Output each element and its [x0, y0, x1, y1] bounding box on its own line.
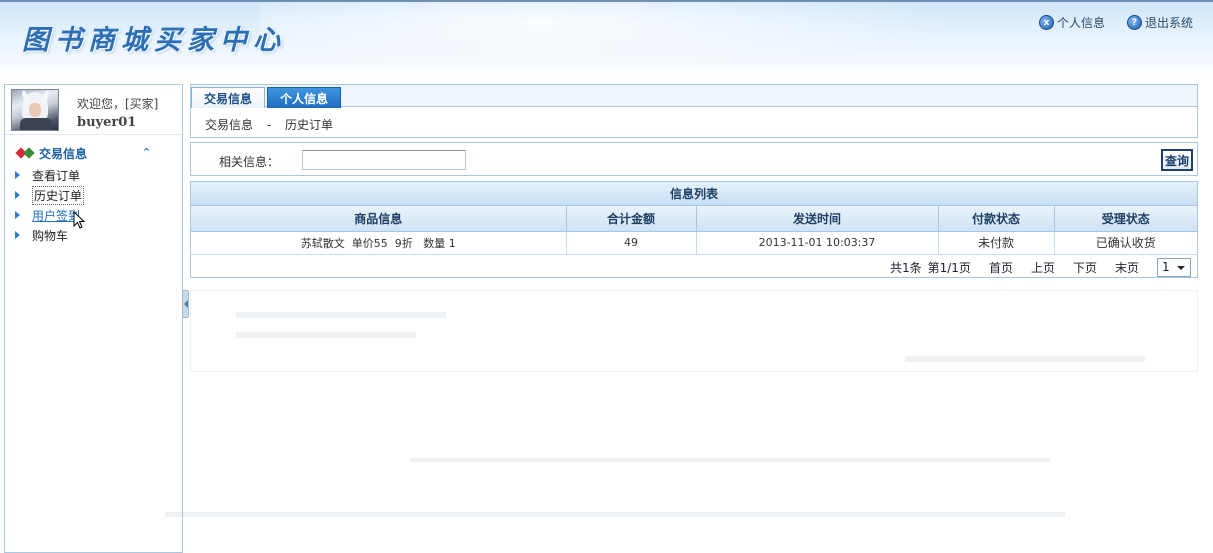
ghost-line-4 [410, 458, 1050, 462]
logout-link[interactable]: ? 退出系统 [1126, 14, 1193, 31]
section-diamond-icon [15, 147, 35, 159]
arrow-right-icon [15, 191, 20, 199]
buyer-center-page: 图书商城买家中心 x 个人信息 ? 退出系统 欢迎您，[买家] buyer01 [0, 0, 1213, 553]
sidebar-splitter-handle[interactable] [182, 290, 189, 318]
mouse-cursor-icon [73, 211, 86, 229]
ghost-line-3 [905, 356, 1145, 362]
pager-prev-link[interactable]: 上页 [1031, 259, 1055, 276]
query-button[interactable]: 查询 [1161, 149, 1193, 171]
cell-payment-status: 未付款 [937, 230, 1055, 255]
sidebar-item-label: 购物车 [32, 228, 69, 243]
logout-label: 退出系统 [1144, 16, 1193, 30]
search-panel: 相关信息： 查询 [190, 142, 1198, 176]
sidebar-item-label: 历史订单 [32, 185, 85, 205]
username: buyer01 [77, 115, 137, 130]
tab-trade-info[interactable]: 交易信息 [191, 87, 265, 108]
grid-caption: 信息列表 [191, 182, 1197, 206]
column-header-amount[interactable]: 合计金额 [565, 206, 697, 232]
menu-section-header[interactable]: 交易信息 ⌃ [15, 145, 167, 161]
table-header-row: 商品信息 合计金额 发送时间 付款状态 受理状态 [191, 206, 1197, 232]
pager-next-link[interactable]: 下页 [1073, 259, 1097, 276]
pager: 共1条 第1/1页 首页 上页 下页 末页 1 [191, 256, 1197, 278]
tab-strip: 交易信息 个人信息 [191, 85, 1197, 108]
ghost-line-5 [165, 512, 1065, 517]
tab-personal-info[interactable]: 个人信息 [267, 87, 341, 108]
search-label: 相关信息： [219, 155, 280, 169]
top-links: x 个人信息 ? 退出系统 [1038, 14, 1193, 31]
sidebar-item-history-orders[interactable]: 历史订单 [15, 185, 85, 205]
breadcrumb-separator: - [266, 118, 272, 132]
breadcrumb-page: 历史订单 [285, 118, 334, 132]
ghost-line-2 [236, 332, 416, 338]
arrow-right-icon [15, 231, 20, 239]
pager-first-link[interactable]: 首页 [989, 259, 1013, 276]
search-input[interactable] [302, 150, 466, 170]
tabs-panel: 交易信息 个人信息 交易信息 - 历史订单 [190, 84, 1198, 138]
column-header-payment-status[interactable]: 付款状态 [937, 206, 1055, 232]
column-header-handle-status[interactable]: 受理状态 [1053, 206, 1197, 232]
user-box: 欢迎您，[买家] buyer01 [5, 85, 182, 135]
cell-amount: 49 [565, 230, 697, 255]
cell-handle-status: 已确认收货 [1053, 230, 1197, 255]
sidebar-item-view-orders[interactable]: 查看订单 [15, 165, 84, 185]
cell-sent-time: 2013-11-01 10:03:37 [695, 230, 939, 255]
arrow-right-icon [15, 211, 20, 219]
close-circle-icon: x [1038, 15, 1054, 30]
info-grid: 信息列表 商品信息 合计金额 发送时间 付款状态 受理状态 苏轼散文 单价55 … [190, 181, 1198, 278]
page-select[interactable]: 1 [1157, 258, 1191, 277]
app-title: 图书商城买家中心 [22, 25, 286, 56]
breadcrumb-section: 交易信息 [205, 118, 254, 132]
sidebar-item-label: 查看订单 [32, 168, 81, 183]
table-row[interactable]: 苏轼散文 单价55 9折 数量 1 49 2013-11-01 10:03:37… [191, 230, 1197, 255]
info-table: 商品信息 合计金额 发送时间 付款状态 受理状态 苏轼散文 单价55 9折 数量… [191, 206, 1197, 255]
arrow-right-icon [15, 171, 20, 179]
column-header-sent-time[interactable]: 发送时间 [695, 206, 939, 232]
pager-page-info: 第1/1页 [927, 261, 971, 275]
menu-section-label: 交易信息 [39, 146, 88, 161]
cell-product: 苏轼散文 单价55 9折 数量 1 [191, 230, 567, 255]
pager-total: 共1条 [889, 261, 922, 275]
welcome-text: 欢迎您，[买家] [77, 97, 159, 111]
header-sheen [260, 2, 960, 72]
column-header-product[interactable]: 商品信息 [191, 206, 567, 232]
personal-info-link[interactable]: x 个人信息 [1038, 14, 1105, 31]
menu-list: 查看订单 历史订单 用户签到 购物车 [15, 165, 85, 245]
breadcrumb: 交易信息 - 历史订单 [205, 116, 343, 133]
header-banner: 图书商城买家中心 x 个人信息 ? 退出系统 [0, 0, 1213, 78]
help-circle-icon: ? [1126, 15, 1142, 30]
ghost-line-1 [236, 312, 446, 318]
avatar [11, 89, 59, 131]
pager-last-link[interactable]: 末页 [1115, 259, 1139, 276]
pager-controls: 共1条 第1/1页 首页 上页 下页 末页 1 [890, 258, 1191, 277]
personal-info-label: 个人信息 [1056, 16, 1105, 30]
sidebar: 欢迎您，[买家] buyer01 交易信息 ⌃ 查看订单 历史订单 用户签到 购… [4, 84, 183, 553]
collapse-chevron-icon[interactable]: ⌃ [142, 146, 151, 159]
